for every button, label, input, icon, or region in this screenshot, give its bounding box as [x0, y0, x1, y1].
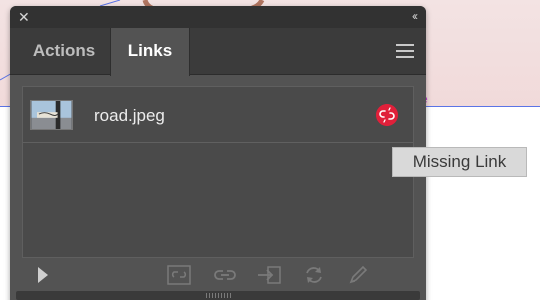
hamburger-menu-icon[interactable]: [396, 44, 414, 58]
panel-titlebar[interactable]: ✕ ‹‹: [10, 6, 426, 28]
links-list[interactable]: road.jpeg: [22, 86, 414, 258]
play-icon[interactable]: [36, 264, 50, 286]
update-link-icon[interactable]: [302, 264, 326, 286]
go-to-link-icon[interactable]: [254, 264, 284, 286]
panel-resize-handle[interactable]: [16, 291, 420, 300]
resize-grip-icon[interactable]: [206, 293, 232, 298]
link-filename: road.jpeg: [94, 106, 165, 125]
tab-actions[interactable]: Actions: [18, 28, 110, 75]
edit-original-icon[interactable]: [346, 264, 370, 286]
broken-link-icon[interactable]: [376, 104, 398, 126]
tab-bar: Actions Links: [10, 28, 426, 76]
link-row[interactable]: road.jpeg: [23, 87, 413, 143]
panel-bottom-toolbar: [10, 258, 426, 292]
links-panel: ✕ ‹‹ Actions Links road.jpeg: [10, 6, 426, 300]
missing-link-tooltip: Missing Link: [392, 147, 527, 177]
relink-from-cc-icon[interactable]: [162, 264, 196, 286]
relink-icon[interactable]: [212, 264, 238, 286]
close-icon[interactable]: ✕: [18, 10, 32, 24]
double-chevron-left-icon[interactable]: ‹‹: [412, 9, 418, 23]
tab-links[interactable]: Links: [110, 28, 190, 76]
image-thumbnail: [30, 100, 73, 130]
